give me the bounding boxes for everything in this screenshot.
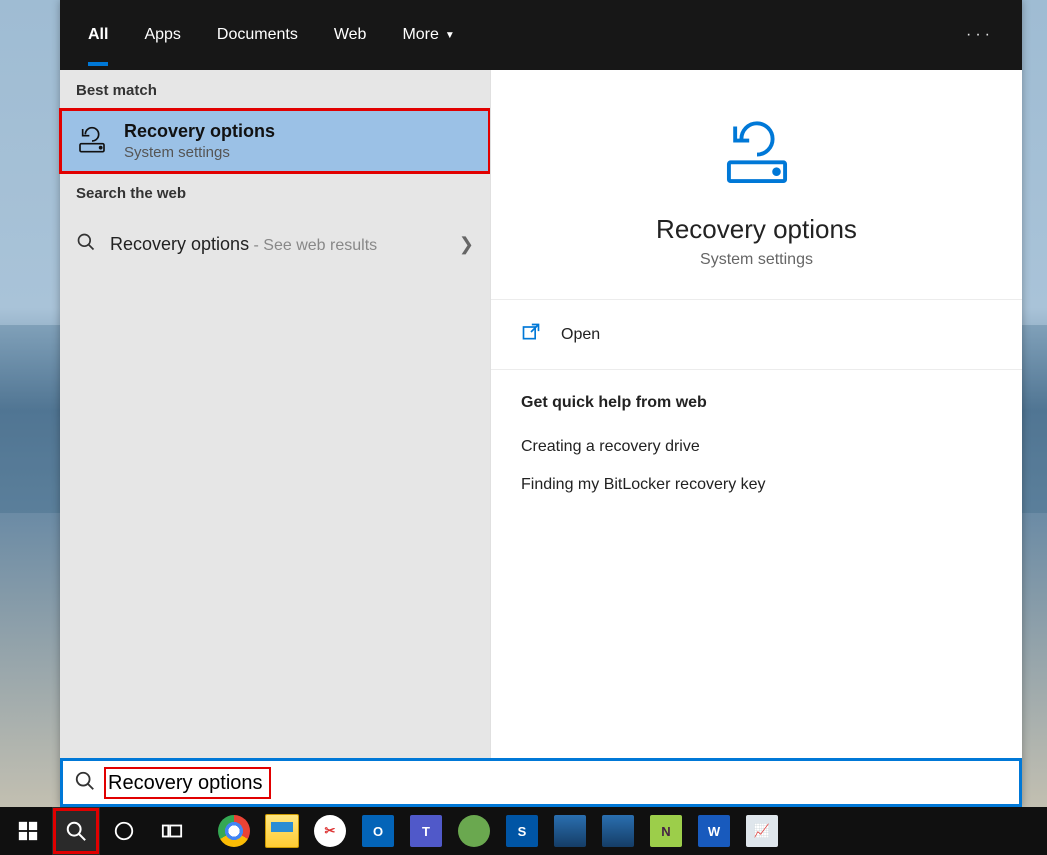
more-options-icon[interactable]: ···: [966, 26, 994, 44]
open-action[interactable]: Open: [491, 300, 1022, 370]
chevron-right-icon: ❯: [459, 234, 474, 255]
taskbar: ✂ O T S N W 📈: [0, 807, 1047, 855]
start-search-popup: All Apps Documents Web More ▼ ··· Best m…: [60, 0, 1022, 807]
taskbar-app-teams[interactable]: T: [402, 807, 450, 855]
taskbar-app-remote2[interactable]: [594, 807, 642, 855]
results-left-panel: Best match Recovery options System setti…: [60, 70, 490, 758]
start-button[interactable]: [4, 807, 52, 855]
quick-help-heading: Get quick help from web: [521, 394, 992, 412]
open-icon: [521, 322, 541, 347]
preview-right-panel: Recovery options System settings Open Ge…: [490, 70, 1022, 758]
search-box[interactable]: Recovery options: [60, 758, 1022, 807]
search-icon: [76, 232, 96, 256]
taskbar-app-chrome[interactable]: [210, 807, 258, 855]
best-match-title: Recovery options: [124, 121, 275, 142]
cortana-button[interactable]: [100, 807, 148, 855]
best-match-heading: Best match: [60, 70, 490, 109]
taskbar-app-snip[interactable]: ✂: [306, 807, 354, 855]
best-match-subtitle: System settings: [124, 144, 275, 161]
tab-documents[interactable]: Documents: [217, 26, 298, 44]
taskbar-app-sophos[interactable]: S: [498, 807, 546, 855]
taskbar-app-resmon[interactable]: 📈: [738, 807, 786, 855]
preview-title: Recovery options: [491, 214, 1022, 245]
search-taskbar-button[interactable]: [52, 807, 100, 855]
taskbar-app-remote1[interactable]: [546, 807, 594, 855]
search-icon: [74, 770, 106, 796]
best-match-result[interactable]: Recovery options System settings: [60, 109, 490, 173]
tab-more[interactable]: More ▼: [402, 26, 454, 44]
web-result-row[interactable]: Recovery options - See web results ❯: [60, 212, 490, 276]
taskbar-app-notepadpp[interactable]: N: [642, 807, 690, 855]
search-input-value[interactable]: Recovery options: [106, 769, 269, 797]
recovery-icon: [76, 125, 108, 157]
taskbar-app-explorer[interactable]: [258, 807, 306, 855]
help-link-recovery-drive[interactable]: Creating a recovery drive: [521, 428, 992, 466]
recovery-large-icon: [718, 179, 796, 196]
help-link-bitlocker-key[interactable]: Finding my BitLocker recovery key: [521, 466, 992, 504]
tab-all[interactable]: All: [88, 26, 108, 44]
web-result-text: Recovery options - See web results: [110, 234, 377, 255]
tab-apps[interactable]: Apps: [144, 26, 180, 44]
search-tabbar: All Apps Documents Web More ▼ ···: [60, 0, 1022, 70]
taskbar-app-globalprotect[interactable]: [450, 807, 498, 855]
task-view-button[interactable]: [148, 807, 196, 855]
tab-more-label: More: [402, 26, 438, 44]
taskbar-app-outlook[interactable]: O: [354, 807, 402, 855]
taskbar-app-word[interactable]: W: [690, 807, 738, 855]
open-label: Open: [561, 326, 600, 344]
tab-web[interactable]: Web: [334, 26, 367, 44]
search-web-heading: Search the web: [60, 173, 490, 212]
chevron-down-icon: ▼: [445, 30, 455, 41]
preview-subtitle: System settings: [491, 251, 1022, 269]
